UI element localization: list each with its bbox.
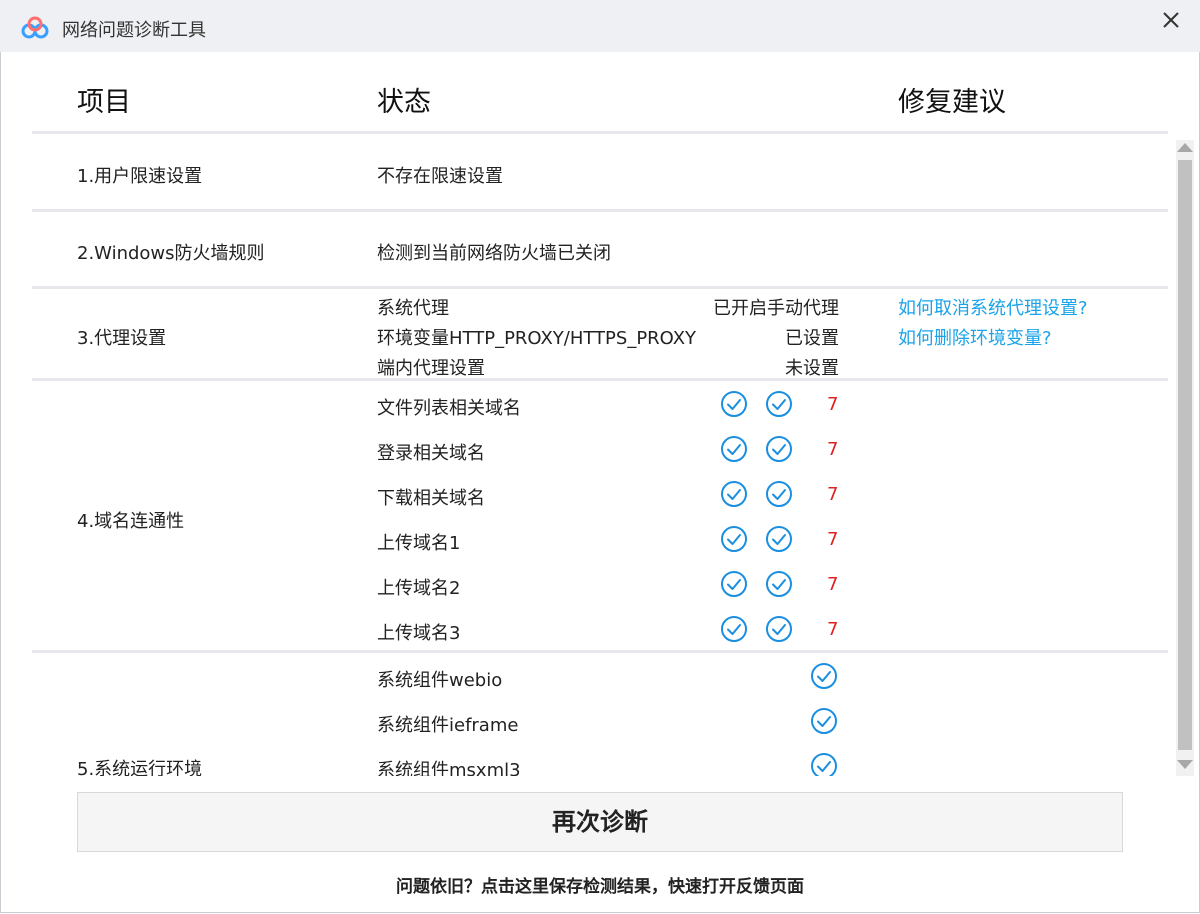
- domain-label: 下载相关域名: [377, 488, 485, 509]
- check-circle-icon: [766, 481, 792, 507]
- feedback-link[interactable]: 问题依旧？点击这里保存检测结果，快速打开反馈页面: [0, 872, 1200, 897]
- domain-count: 7: [827, 619, 839, 640]
- domain-label: 上传域名1: [377, 533, 461, 554]
- row1-item: 1.用户限速设置: [77, 166, 203, 187]
- check-circle-icon: [721, 616, 747, 642]
- bottom-panel: [1, 776, 1175, 790]
- header-fix: 修复建议: [898, 87, 1006, 118]
- check-circle-icon: [811, 663, 837, 689]
- check-circle-icon: [766, 571, 792, 597]
- proxy-value: 已开启手动代理: [713, 298, 839, 319]
- component-label: 系统组件webio: [377, 670, 503, 691]
- row4-item: 4.域名连通性: [77, 511, 185, 532]
- check-circle-icon: [721, 391, 747, 417]
- divider: [32, 286, 1168, 289]
- scroll-down-icon[interactable]: [1177, 760, 1193, 769]
- cancel-system-proxy-link[interactable]: 如何取消系统代理设置?: [898, 294, 1088, 320]
- domain-count: 7: [827, 529, 839, 550]
- proxy-value: 已设置: [785, 328, 839, 349]
- header-status: 状态: [377, 87, 431, 118]
- divider: [32, 209, 1168, 212]
- delete-env-var-link[interactable]: 如何删除环境变量?: [898, 324, 1052, 350]
- check-circle-icon: [721, 526, 747, 552]
- proxy-label: 端内代理设置: [377, 358, 485, 379]
- check-circle-icon: [766, 391, 792, 417]
- domain-count: 7: [827, 439, 839, 460]
- check-circle-icon: [811, 708, 837, 734]
- window-title: 网络问题诊断工具: [62, 20, 206, 41]
- domain-label: 登录相关域名: [377, 443, 485, 464]
- check-circle-icon: [721, 481, 747, 507]
- row1-status: 不存在限速设置: [377, 166, 503, 187]
- domain-label: 上传域名3: [377, 623, 461, 644]
- divider: [32, 131, 1168, 134]
- check-circle-icon: [766, 436, 792, 462]
- title-bar: 网络问题诊断工具: [0, 0, 1200, 52]
- domain-count: 7: [827, 484, 839, 505]
- scroll-up-icon[interactable]: [1177, 143, 1193, 152]
- component-label: 系统组件ieframe: [377, 715, 519, 736]
- header-item: 项目: [77, 87, 131, 118]
- check-circle-icon: [721, 571, 747, 597]
- divider: [32, 650, 1168, 653]
- check-circle-icon: [766, 526, 792, 552]
- check-circle-icon: [766, 616, 792, 642]
- proxy-label: 环境变量HTTP_PROXY/HTTPS_PROXY: [377, 328, 697, 349]
- app-logo-icon: [21, 16, 49, 39]
- proxy-value: 未设置: [785, 358, 839, 379]
- scrollbar-thumb[interactable]: [1178, 160, 1192, 750]
- close-icon[interactable]: [1155, 4, 1187, 36]
- domain-count: 7: [827, 574, 839, 595]
- domain-label: 上传域名2: [377, 578, 461, 599]
- domain-count: 7: [827, 394, 839, 415]
- proxy-label: 系统代理: [377, 298, 449, 319]
- rediagnose-button[interactable]: 再次诊断: [77, 792, 1123, 852]
- check-circle-icon: [721, 436, 747, 462]
- domain-label: 文件列表相关域名: [377, 398, 521, 419]
- divider: [32, 378, 1168, 381]
- row3-item: 3.代理设置: [77, 328, 167, 349]
- row2-status: 检测到当前网络防火墙已关闭: [377, 243, 611, 264]
- row2-item: 2.Windows防火墙规则: [77, 243, 265, 264]
